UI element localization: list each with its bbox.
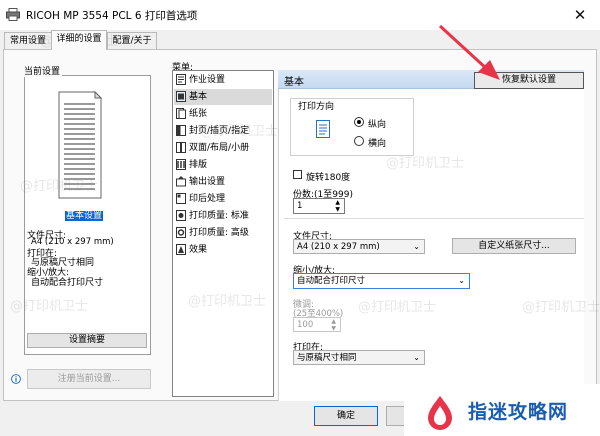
chevron-down-icon: ⌄ [458,276,465,285]
fine-adjust-input[interactable]: 100 ▲ ▼ [293,317,341,332]
portrait-page-icon [316,120,330,138]
portrait-radio[interactable] [354,117,364,127]
window-title: RICOH MP 3554 PCL 6 打印首选项 [26,10,198,22]
chevron-down-icon: ⌄ [413,242,420,251]
zoom-select[interactable]: 自动配合打印尺寸 ⌄ [293,273,470,289]
panel-title: 基本 [284,77,304,88]
output-icon [176,176,186,187]
layout-icon [176,159,186,170]
landscape-label: 横向 [368,139,387,149]
menu-item-duplex-layout[interactable]: 双面/布局/小册 [174,140,272,156]
copies-input[interactable]: 1 ▲ ▼ [293,198,345,214]
rotate-180-checkbox[interactable] [293,170,302,179]
menu-item-output[interactable]: 输出设置 [174,174,272,190]
watermark-text: @打印机卫士 [188,294,267,309]
menu-item-job-settings[interactable]: 作业设置 [174,72,272,88]
basic-icon [176,91,186,102]
menu-item-layout[interactable]: 排版 [174,157,272,173]
menu-item-quality-standard[interactable]: 打印质量: 标准 [174,208,272,224]
watermark-text: @打印机卫士 [10,299,89,314]
paper-icon [176,108,186,119]
effects-icon [176,244,186,255]
watermark-text: @打印机卫士 [358,300,437,315]
menu-item-basic[interactable]: 基本 [174,89,272,105]
panel-divider [284,218,584,219]
doc-size-select[interactable]: A4 (210 x 297 mm) ⌄ [293,239,425,254]
watermark-text: @打印机卫士 [386,156,465,171]
rotate-180-label: 旋转180度 [306,173,351,183]
quality-advanced-icon [176,227,186,238]
preset-name: 基本设置 [65,211,104,221]
menu-item-effects[interactable]: 效果 [174,242,272,258]
duplex-icon [176,142,186,153]
info-icon [11,374,21,384]
watermark-text: @打印机卫士 [200,124,279,139]
ok-button[interactable]: 确定 [314,406,378,426]
quality-icon [176,210,186,221]
printer-icon [6,8,20,21]
chevron-down-icon: ⌄ [413,353,420,362]
current-settings-heading: 当前设置 [24,64,63,77]
portrait-label: 纵向 [368,120,387,130]
tab-detailed-settings[interactable]: 详细的设置 [51,30,107,50]
menu-item-finishing[interactable]: 印后处理 [174,191,272,207]
finishing-icon [176,193,186,204]
print-on-select[interactable]: 与原稿尺寸相同 ⌄ [293,350,425,365]
menu-item-quality-advanced[interactable]: 打印质量: 高级 [174,225,272,241]
job-settings-icon [176,74,186,85]
custom-paper-size-button[interactable]: 自定义纸张尺寸... [452,238,576,254]
summary-zoom-value: 自动配合打印尺寸 [31,278,104,288]
brand-logo-icon [420,392,460,432]
landscape-radio[interactable] [354,136,364,146]
watermark-text: @打印机卫士 [522,300,600,315]
brand-name: 指迷攻略网 [468,401,569,423]
cover-icon [176,125,186,136]
register-settings-button[interactable]: 注册当前设置... [27,369,151,389]
settings-summary-button[interactable]: 设置摘要 [27,333,147,348]
annotation-arrow-icon [430,18,510,88]
orientation-legend: 打印方向 [298,99,335,112]
close-button[interactable]: ✕ [566,4,594,26]
watermark-text: @打印机卫士 [20,179,99,194]
